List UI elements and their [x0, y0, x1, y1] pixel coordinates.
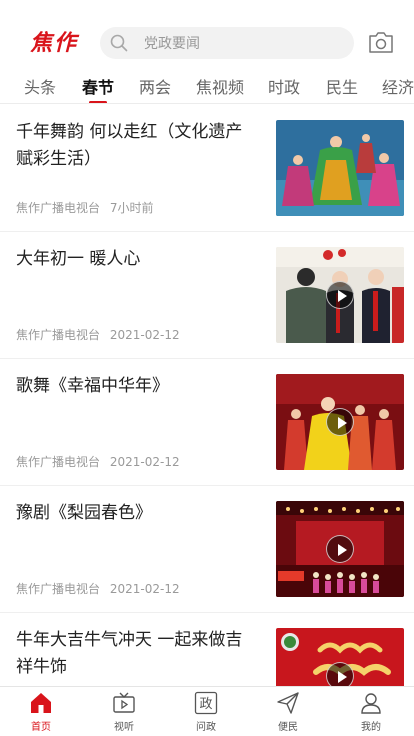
- category-tabs: 头条 春节 两会 焦视频 时政 民生 经济: [0, 66, 414, 104]
- play-icon[interactable]: [326, 662, 354, 686]
- tab-spring-festival[interactable]: 春节: [82, 74, 114, 103]
- tab-two-sessions[interactable]: 两会: [139, 74, 171, 103]
- play-icon[interactable]: [326, 281, 354, 309]
- nav-label: 问政: [196, 722, 216, 733]
- nav-convenience[interactable]: 便民: [258, 691, 318, 735]
- nav-label: 便民: [278, 722, 298, 733]
- news-source: 焦作广播电视台: [16, 582, 101, 596]
- nav-inquiry[interactable]: 政 问政: [176, 691, 236, 735]
- play-icon[interactable]: [326, 408, 354, 436]
- home-icon: [31, 693, 51, 713]
- top-header: 焦作 党政要闻: [0, 0, 414, 66]
- tab-livelihood[interactable]: 民生: [326, 74, 358, 103]
- news-thumbnail: [276, 628, 404, 686]
- tab-headlines[interactable]: 头条: [24, 74, 56, 103]
- news-title: 牛年大吉牛气冲天 一起来做吉祥牛饰: [16, 630, 243, 677]
- news-title: 歌舞《幸福中华年》: [16, 376, 169, 396]
- nav-home[interactable]: 首页: [11, 691, 71, 735]
- news-thumbnail: [276, 247, 404, 343]
- nav-label: 视听: [114, 722, 134, 733]
- nav-profile[interactable]: 我的: [341, 691, 401, 735]
- zheng-icon: 政: [194, 691, 218, 715]
- news-time: 2021-02-12: [109, 582, 180, 596]
- news-item[interactable]: 歌舞《幸福中华年》 焦作广播电视台 2021-02-12: [0, 359, 414, 486]
- news-source: 焦作广播电视台: [16, 201, 101, 215]
- tv-icon: [113, 692, 135, 713]
- app-screen: 焦作 党政要闻 头条 春节 两会 焦视频 时政 民生 经济 千年舞韵 何以走红（…: [0, 0, 414, 736]
- tab-economy[interactable]: 经济: [382, 74, 414, 103]
- user-icon: [361, 693, 381, 714]
- bottom-navigation: 首页 视听 政 问政 便民 我的: [0, 686, 414, 736]
- news-item[interactable]: 大年初一 暖人心 焦作广播电视台 2021-02-12: [0, 232, 414, 359]
- news-item[interactable]: 千年舞韵 何以走红（文化遗产赋彩生活） 焦作广播电视台 7小时前: [0, 105, 414, 232]
- search-icon: [110, 34, 128, 52]
- camera-icon[interactable]: [368, 30, 394, 54]
- news-meta: 焦作广播电视台 2021-02-12: [16, 453, 180, 470]
- news-feed: 千年舞韵 何以走红（文化遗产赋彩生活） 焦作广播电视台 7小时前 大年初一 暖人…: [0, 105, 414, 686]
- play-icon[interactable]: [326, 535, 354, 563]
- news-time: 2021-02-12: [109, 455, 180, 469]
- news-title: 大年初一 暖人心: [16, 249, 141, 269]
- news-thumbnail: [276, 120, 404, 216]
- dance-photo: [276, 120, 404, 216]
- news-title: 豫剧《梨园春色》: [16, 503, 152, 523]
- nav-video[interactable]: 视听: [94, 691, 154, 735]
- tab-jiao-video[interactable]: 焦视频: [196, 74, 244, 103]
- news-thumbnail: [276, 501, 404, 597]
- app-logo[interactable]: 焦作: [30, 28, 80, 58]
- tab-politics[interactable]: 时政: [268, 74, 300, 103]
- news-time: 2021-02-12: [109, 328, 180, 342]
- nav-label: 首页: [31, 722, 51, 733]
- search-bar[interactable]: 党政要闻: [100, 27, 354, 59]
- news-meta: 焦作广播电视台 2021-02-12: [16, 580, 180, 597]
- search-placeholder: 党政要闻: [144, 36, 200, 52]
- news-time: 7小时前: [109, 201, 154, 215]
- news-item[interactable]: 豫剧《梨园春色》 焦作广播电视台 2021-02-12: [0, 486, 414, 613]
- zheng-glyph: 政: [199, 697, 212, 712]
- news-title: 千年舞韵 何以走红（文化遗产赋彩生活）: [16, 122, 243, 169]
- paper-plane-icon: [277, 692, 299, 714]
- news-source: 焦作广播电视台: [16, 455, 101, 469]
- news-item[interactable]: 牛年大吉牛气冲天 一起来做吉祥牛饰: [0, 613, 414, 686]
- news-meta: 焦作广播电视台 2021-02-12: [16, 326, 180, 343]
- news-thumbnail: [276, 374, 404, 470]
- news-source: 焦作广播电视台: [16, 328, 101, 342]
- nav-label: 我的: [361, 722, 381, 733]
- news-meta: 焦作广播电视台 7小时前: [16, 199, 153, 216]
